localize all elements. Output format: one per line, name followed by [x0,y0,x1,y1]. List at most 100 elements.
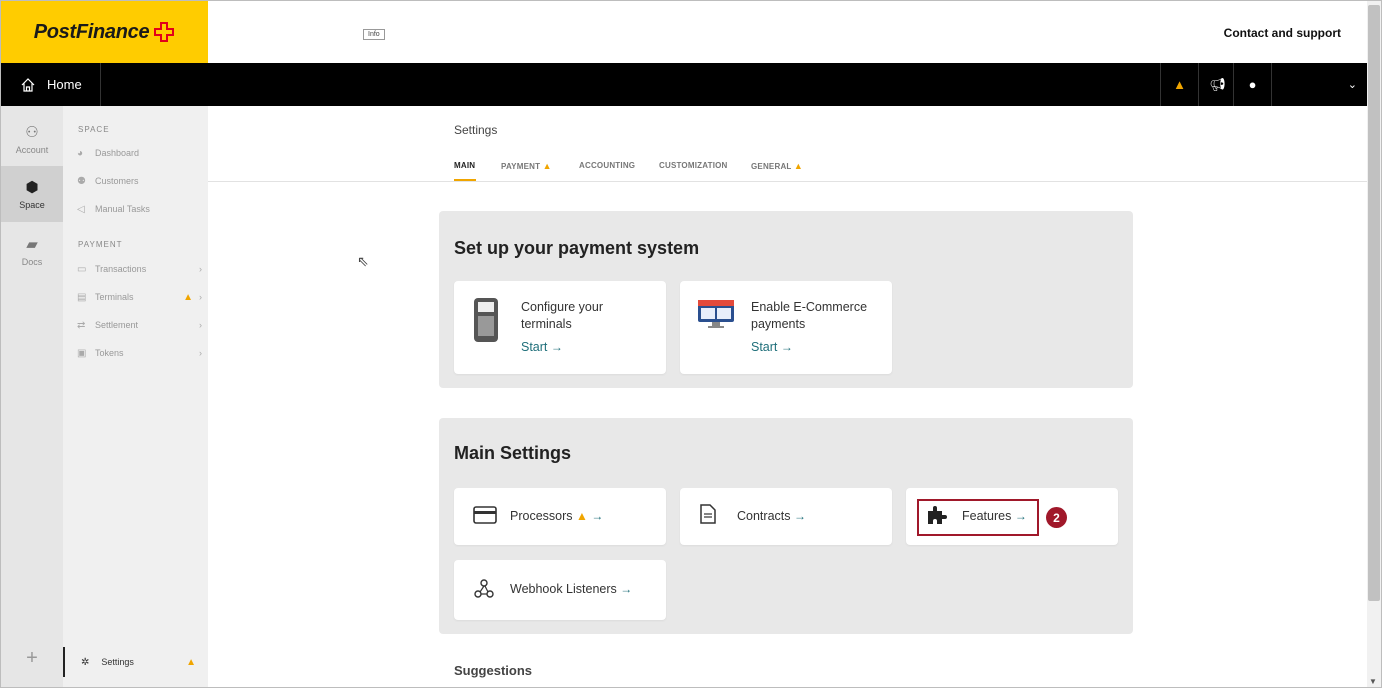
mouse-cursor-icon: ⇖ [357,253,369,269]
webhook-listeners-link[interactable]: Webhook Listeners → [510,581,632,598]
user-menu-dropdown[interactable]: ⌄ [1271,63,1367,106]
arrow-right-icon: → [780,340,793,354]
globe-icon[interactable]: ● [1233,63,1271,106]
app-window: PostFinance Info Contact and support Hom… [0,0,1382,688]
card-icon: ▭ [77,263,87,275]
contact-support-link[interactable]: Contact and support [1224,26,1341,40]
chevron-down-icon: ⌄ [1347,79,1357,91]
card-label: terminals [521,317,572,331]
link-label: Start [751,340,778,354]
card-label: payments [751,317,806,331]
payment-section-title: PAYMENT [78,240,123,249]
rail-item-account[interactable]: ⚇ Account [1,111,63,167]
add-icon[interactable]: + [1,647,63,670]
card-label: Enable E-Commerce [751,300,868,314]
chevron-right-icon: › [199,320,202,330]
menu-label: Transactions [95,264,147,274]
menu-item-customers[interactable]: ⚉ Customers [77,172,202,190]
warning-icon: ▲ [183,291,193,303]
start-link[interactable]: Start → [751,340,793,354]
chevron-right-icon: › [199,348,202,358]
menu-item-manual-tasks[interactable]: ◁ Manual Tasks [77,200,202,218]
start-link[interactable]: Start → [521,340,563,354]
warning-icon: ▲ [186,656,196,668]
rail-item-docs[interactable]: ▰ Docs [1,223,63,279]
setup-title: Set up your payment system [454,238,700,258]
menu-label: Manual Tasks [95,204,150,214]
postfinance-logo[interactable]: PostFinance [1,1,208,63]
arrow-right-icon: → [620,582,633,596]
webhook-icon [474,579,494,598]
info-button[interactable]: Info [363,29,385,40]
dashboard-icon: ◕ [77,147,84,159]
menu-item-transactions[interactable]: ▭ Transactions › [77,260,202,278]
token-icon: ▣ [77,347,87,359]
menu-label: Settlement [95,320,139,330]
gear-icon: ✲ [81,656,90,668]
megaphone-icon[interactable]: 📢︎ [1198,63,1236,106]
card-label: Processors [510,509,573,523]
space-icon: ⬢ [25,179,39,196]
side-menu: SPACE ◕ Dashboard ⚉ Customers ◁ Manual T… [63,106,208,687]
terminal-icon [474,298,498,342]
menu-label: Customers [95,176,139,186]
home-icon [21,77,35,92]
warning-icon: ▲ [542,161,552,171]
tab-main[interactable]: MAIN [454,161,475,170]
swiss-cross-icon [154,22,175,42]
menu-item-settings[interactable]: ✲ Settings ▲ [63,647,208,677]
arrow-right-icon: → [550,340,563,354]
menu-label: Dashboard [95,148,140,158]
space-section-title: SPACE [78,125,110,134]
warning-icon[interactable]: ▲ [1160,63,1198,106]
document-icon [700,504,716,524]
logo-text: PostFinance [33,20,150,43]
menu-label: Tokens [95,348,124,358]
docs-icon: ▰ [26,236,38,253]
rail-label: Docs [21,257,43,267]
tab-general[interactable]: GENERAL ▲ [751,161,803,171]
customers-icon: ⚉ [77,175,86,187]
chevron-right-icon: › [199,292,202,302]
arrow-right-icon: → [793,509,806,523]
chevron-right-icon: › [199,264,202,274]
menu-item-terminals[interactable]: ▤ Terminals ▲ › [77,288,202,306]
warning-icon: ▲ [793,161,803,171]
active-tab-indicator [454,179,476,181]
tab-payment[interactable]: PAYMENT ▲ [501,161,552,171]
card-label: Configure your [521,300,603,314]
step-badge: 2 [1046,507,1067,528]
tab-label: GENERAL [751,162,792,171]
account-icon: ⚇ [25,124,39,141]
terminal-icon: ▤ [77,291,87,303]
scrollbar-thumb[interactable] [1368,5,1380,601]
scroll-down-icon[interactable]: ▼ [1369,677,1377,686]
home-label: Home [47,77,82,92]
menu-item-tokens[interactable]: ▣ Tokens › [77,344,202,362]
megaphone-icon: ◁ [77,203,85,215]
menu-item-dashboard[interactable]: ◕ Dashboard [77,144,202,162]
contracts-link[interactable]: Contracts → [737,508,806,525]
tab-customization[interactable]: CUSTOMIZATION [659,161,728,170]
link-label: Start [521,340,548,354]
menu-label: Settings [101,657,134,667]
rail-item-space[interactable]: ⬢ Space [1,166,63,222]
processors-link[interactable]: Processors ▲ → [510,508,603,525]
home-button[interactable]: Home [1,63,101,106]
page-title: Settings [454,123,498,137]
arrow-right-icon: → [591,509,604,523]
menu-label: Terminals [95,292,134,302]
main-settings-title: Main Settings [454,443,572,463]
warning-icon: ▲ [576,509,588,523]
ecommerce-icon [698,300,734,328]
card-label: Webhook Listeners [510,582,617,596]
card-label: Contracts [737,509,791,523]
menu-item-settlement[interactable]: ⇄ Settlement › [77,316,202,334]
tab-label: PAYMENT [501,162,541,171]
suggestions-title: Suggestions [454,663,533,678]
tab-accounting[interactable]: ACCOUNTING [579,161,635,170]
credit-card-icon [473,506,497,524]
transfer-icon: ⇄ [77,319,86,331]
rail-label: Space [19,200,45,210]
rail-label: Account [15,145,49,155]
